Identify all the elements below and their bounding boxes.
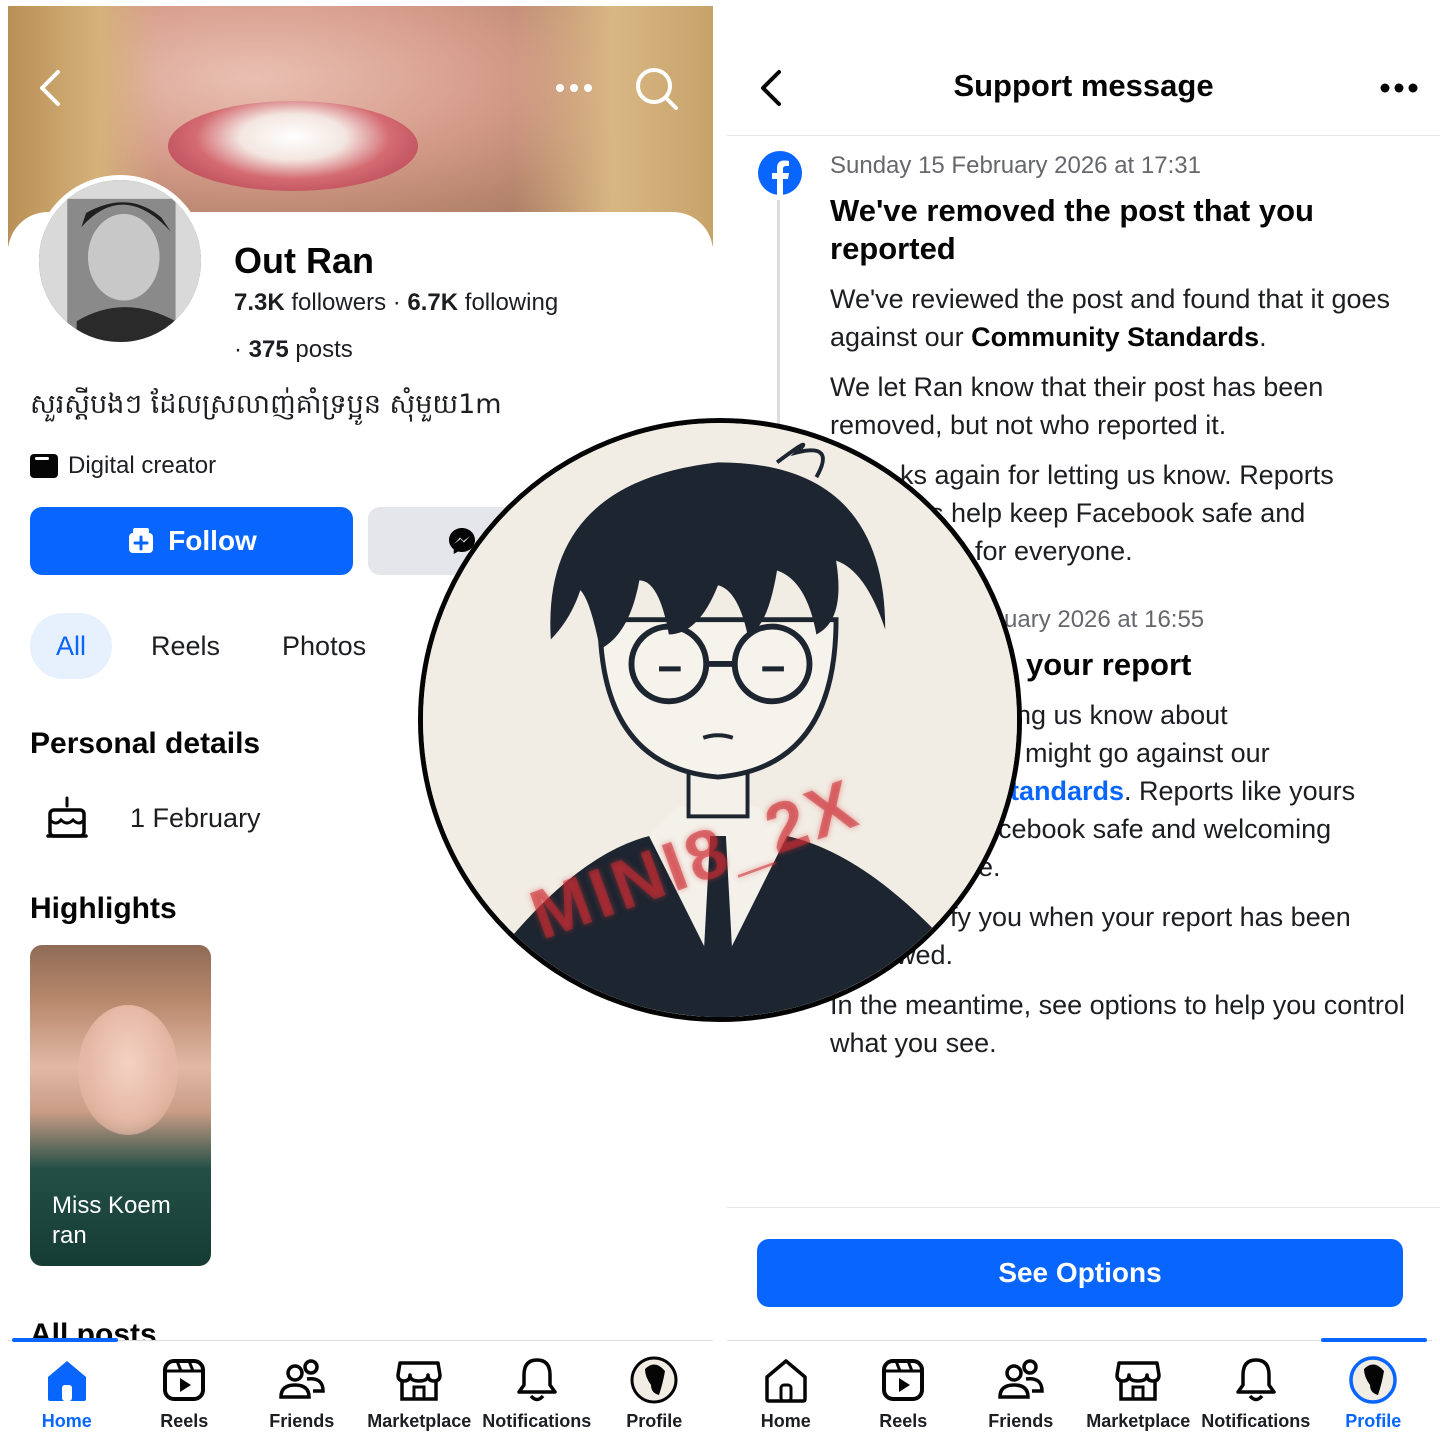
watermark-avatar (418, 418, 1022, 1022)
tabbar-notifications[interactable]: Notifications (1197, 1341, 1315, 1440)
tabbar-home[interactable]: Home (727, 1341, 845, 1440)
clapperboard-icon (30, 454, 58, 478)
community-standards-text: Community Standards (971, 322, 1260, 352)
profile-bio: សួរស្តីបងៗ ដែលស្រលាញ់គាំទ្រប្អូន សុំមួយ1… (30, 389, 502, 420)
tabbar-profile[interactable]: Profile (1315, 1341, 1433, 1440)
posts-stat: · 375 posts (234, 336, 353, 364)
message-1-paragraph-3a: ks again for letting us know. Reports (900, 460, 1334, 490)
tabbar-notifications[interactable]: Notifications (478, 1341, 596, 1440)
tabbar-reels[interactable]: Reels (126, 1341, 244, 1440)
tabbar-marketplace[interactable]: Marketplace (361, 1341, 479, 1440)
tabbar-profile[interactable]: Profile (596, 1341, 714, 1440)
header: Support message (727, 40, 1440, 136)
tabbar-friends-label: Friends (269, 1411, 335, 1431)
community-standards-link[interactable]: tandards (1010, 776, 1124, 806)
followers-count[interactable]: 7.3K (234, 289, 285, 316)
tabbar-reels-label: Reels (160, 1411, 209, 1431)
tabbar-notifications-label: Notifications (482, 1411, 592, 1431)
follow-label: Follow (168, 525, 257, 556)
friends-icon (997, 1359, 1044, 1399)
all-posts-title: All posts (30, 1318, 157, 1340)
tabbar-friends[interactable]: Friends (962, 1341, 1080, 1440)
active-tab-indicator (12, 1338, 118, 1342)
active-tab-indicator (1321, 1338, 1427, 1342)
home-icon (765, 1359, 807, 1403)
profile-avatar-icon (1349, 1356, 1397, 1404)
tabbar-notifications-label: Notifications (1201, 1411, 1311, 1431)
highlight-label: Miss Koem ran (52, 1192, 171, 1249)
bell-icon (1236, 1358, 1276, 1402)
tabbar-home-label: Home (41, 1411, 92, 1431)
following-label: following (458, 289, 559, 316)
message-1-heading: We've removed the post that you reported (830, 193, 1314, 266)
bell-icon (517, 1358, 557, 1402)
tab-reels[interactable]: Reels (127, 613, 244, 679)
page-title: Support message (953, 68, 1214, 103)
timeline-line (777, 200, 780, 440)
profile-name: Out Ran (234, 240, 374, 281)
tabbar-reels[interactable]: Reels (845, 1341, 963, 1440)
follow-button[interactable]: Follow (30, 507, 353, 575)
marketplace-icon (1115, 1361, 1161, 1401)
tabbar-marketplace-label: Marketplace (1086, 1411, 1191, 1431)
tab-photos[interactable]: Photos (258, 613, 390, 679)
profile-avatar-icon (630, 1356, 678, 1404)
posts-prefix: · (234, 336, 249, 363)
tabbar-profile-label: Profile (1345, 1411, 1402, 1431)
posts-count: 375 (248, 336, 289, 363)
tabbar-marketplace[interactable]: Marketplace (1080, 1341, 1198, 1440)
search-icon[interactable] (632, 64, 680, 112)
tabbar-marketplace-label: Marketplace (367, 1411, 472, 1431)
message-1-p1-end: . (1259, 322, 1267, 352)
tabbar-friends[interactable]: Friends (243, 1341, 361, 1440)
bottom-tab-bar: Home Reels Friends Marketplace Notificat… (727, 1338, 1433, 1440)
message-2-line-3-rest: . Reports like yours (1124, 776, 1356, 806)
message-1-paragraph-2: We let Ran know that their post has been… (830, 372, 1324, 440)
highlight-card[interactable]: Miss Koem ran (30, 945, 211, 1266)
profile-tabs: All Reels Photos (30, 613, 390, 679)
more-icon[interactable] (1375, 64, 1423, 112)
birthday-row: 1 February (46, 796, 261, 840)
followers-label: followers (284, 289, 387, 316)
posts-label: posts (288, 336, 353, 363)
tabbar-reels-label: Reels (879, 1411, 928, 1431)
marketplace-icon (396, 1361, 442, 1401)
bottom-tab-bar: Home Reels Friends Marketplace Notificat… (8, 1338, 714, 1440)
reels-icon (882, 1359, 925, 1401)
facebook-logo-icon (758, 151, 802, 195)
back-icon[interactable] (28, 64, 76, 112)
home-icon (47, 1361, 86, 1401)
divider (727, 1207, 1440, 1208)
category-row: Digital creator (30, 452, 216, 480)
category-label: Digital creator (68, 452, 217, 479)
stats-separator: · (386, 289, 408, 316)
reels-icon (163, 1359, 206, 1401)
follow-stats: 7.3K followers · 6.7K following (234, 289, 558, 317)
following-count[interactable]: 6.7K (407, 289, 458, 316)
tabbar-home-label: Home (760, 1411, 811, 1431)
avatar[interactable] (34, 175, 206, 347)
message-2-paragraph-3: In the meantime, see options to help you… (830, 990, 1405, 1058)
birthday-value: 1 February (130, 802, 261, 833)
add-friend-icon (129, 528, 154, 553)
tabbar-friends-label: Friends (988, 1411, 1054, 1431)
message-1-paragraph-1: We've reviewed the post and found that i… (830, 280, 1410, 356)
cake-icon (46, 796, 88, 838)
highlights-title: Highlights (30, 892, 177, 925)
tabbar-home[interactable]: Home (8, 1341, 126, 1440)
see-options-button[interactable]: See Options (757, 1239, 1403, 1307)
more-icon[interactable] (550, 64, 598, 112)
friends-icon (278, 1359, 325, 1399)
tab-all[interactable]: All (30, 613, 112, 679)
tabbar-profile-label: Profile (626, 1411, 683, 1431)
personal-details-title: Personal details (30, 727, 261, 760)
message-1-timestamp: Sunday 15 February 2026 at 17:31 (830, 152, 1201, 179)
